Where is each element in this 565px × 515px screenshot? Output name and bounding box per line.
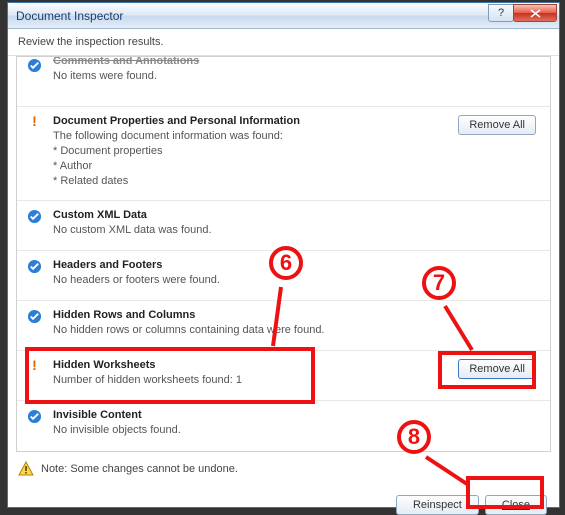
section-detail: No items were found. bbox=[53, 69, 544, 84]
section-invisible: Invisible Content No invisible objects f… bbox=[17, 401, 550, 451]
remove-all-button[interactable]: Remove All bbox=[458, 359, 536, 379]
section-detail: No custom XML data was found. bbox=[53, 223, 544, 238]
check-icon bbox=[27, 409, 42, 424]
warn-icon: ! bbox=[27, 113, 42, 128]
reinspect-button[interactable]: Reinspect bbox=[396, 495, 479, 515]
check-icon bbox=[27, 309, 42, 324]
section-title: Invisible Content bbox=[53, 409, 544, 421]
check-icon bbox=[27, 259, 42, 274]
detail-bullet: * Document properties bbox=[53, 144, 544, 159]
warning-triangle-icon bbox=[18, 461, 34, 477]
window-title: Document Inspector bbox=[16, 9, 123, 23]
section-detail: No invisible objects found. bbox=[53, 423, 544, 438]
section-hiddenworksheets: ! Hidden Worksheets Number of hidden wor… bbox=[17, 351, 550, 401]
footer-note: Note: Some changes cannot be undone. bbox=[41, 463, 238, 475]
dialog-buttons: Reinspect Close bbox=[396, 495, 547, 515]
footer-bar: Note: Some changes cannot be undone. Rei… bbox=[8, 452, 559, 486]
help-button[interactable]: ? bbox=[488, 4, 514, 22]
section-docprops: ! Document Properties and Personal Infor… bbox=[17, 107, 550, 201]
dialog-subtitle: Review the inspection results. bbox=[8, 29, 559, 56]
section-title: Custom XML Data bbox=[53, 209, 544, 221]
window-buttons: ? bbox=[489, 4, 557, 22]
detail-bullet: * Related dates bbox=[53, 174, 544, 189]
section-detail: No hidden rows or columns containing dat… bbox=[53, 323, 544, 338]
section-detail: No headers or footers were found. bbox=[53, 273, 544, 288]
warn-icon: ! bbox=[27, 357, 42, 372]
window-close-button[interactable] bbox=[513, 4, 557, 22]
section-hiddenrows: Hidden Rows and Columns No hidden rows o… bbox=[17, 301, 550, 351]
titlebar: Document Inspector ? bbox=[8, 3, 559, 29]
remove-all-button[interactable]: Remove All bbox=[458, 115, 536, 135]
close-button[interactable]: Close bbox=[485, 495, 547, 515]
section-title: Headers and Footers bbox=[53, 259, 544, 271]
section-headers: Headers and Footers No headers or footer… bbox=[17, 251, 550, 301]
section-customxml: Custom XML Data No custom XML data was f… bbox=[17, 201, 550, 251]
section-title: Hidden Rows and Columns bbox=[53, 309, 544, 321]
check-icon bbox=[27, 58, 42, 73]
section-comments: Comments and Annotations No items were f… bbox=[17, 57, 550, 107]
section-title: Comments and Annotations bbox=[53, 56, 544, 67]
dialog-window: Document Inspector ? Review the inspecti… bbox=[7, 2, 560, 508]
results-panel: Comments and Annotations No items were f… bbox=[16, 56, 551, 452]
section-detail: The following document information was f… bbox=[53, 129, 544, 188]
detail-bullet: * Author bbox=[53, 159, 544, 174]
check-icon bbox=[27, 209, 42, 224]
